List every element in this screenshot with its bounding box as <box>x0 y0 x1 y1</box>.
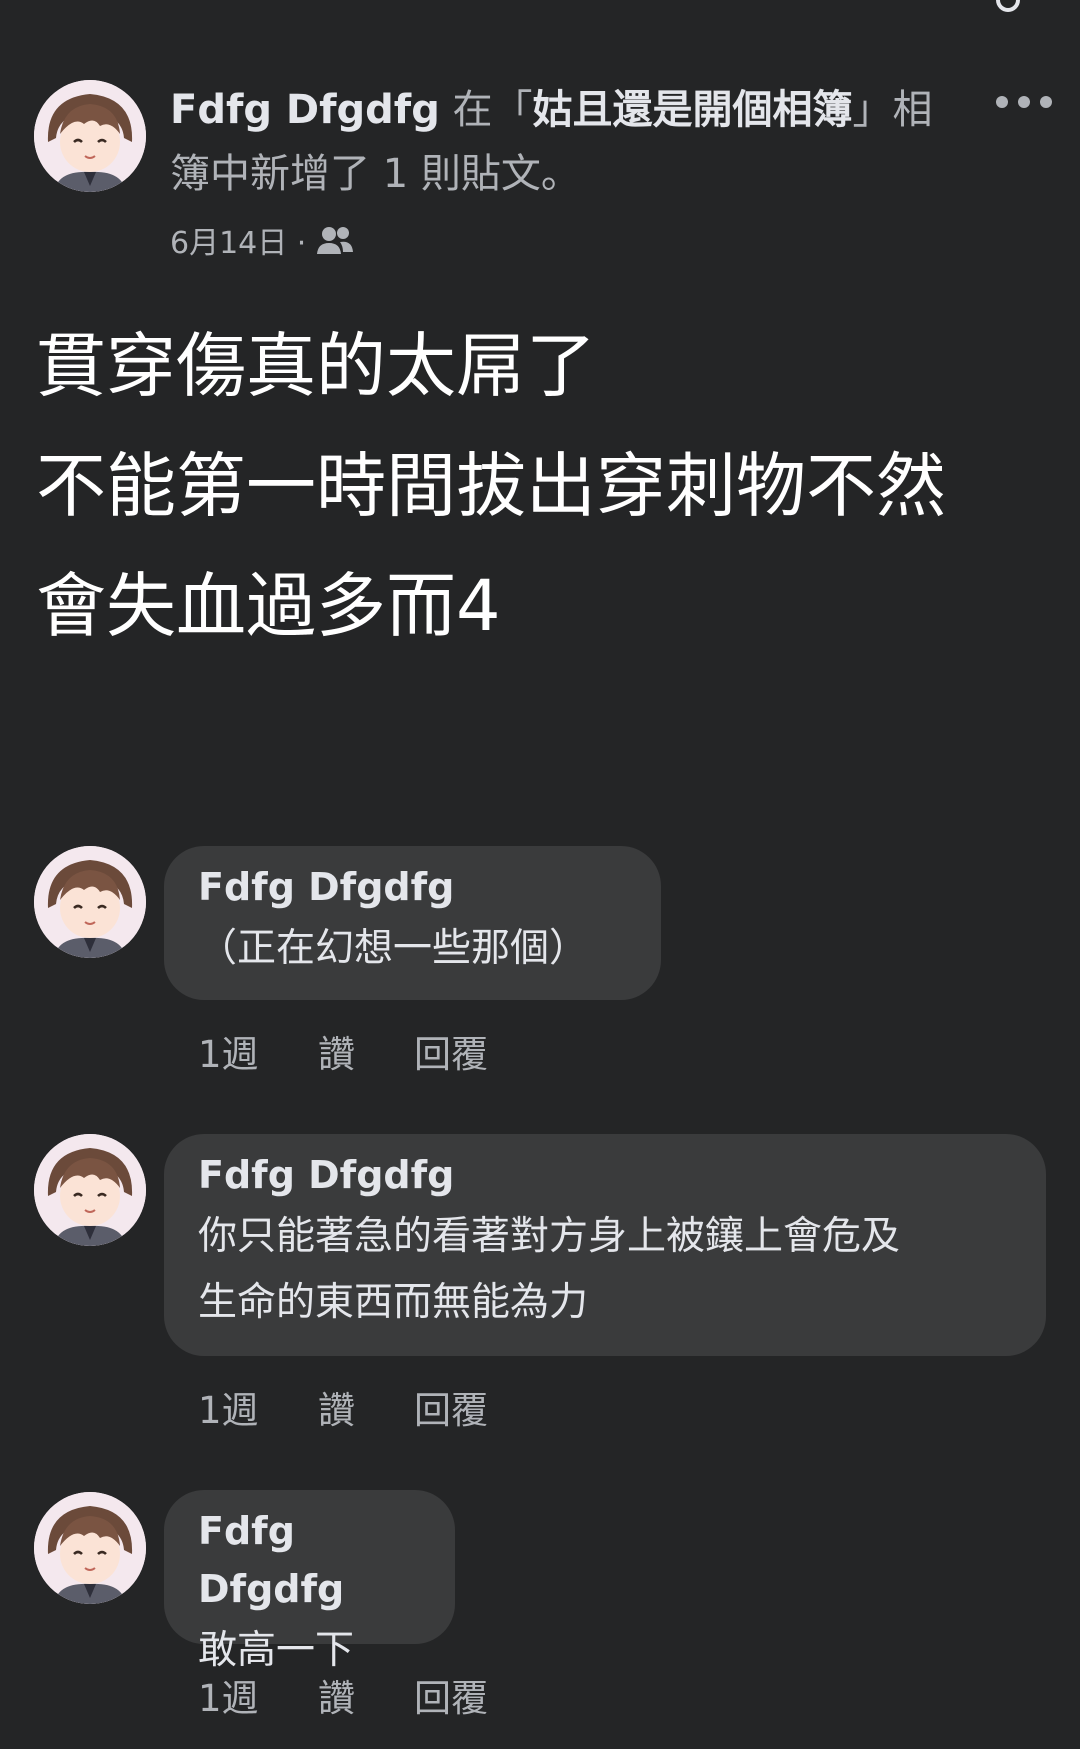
comment-text: 你只能著急的看著對方身上被鑲上會危及 生命的東西而無能為力 <box>198 1214 901 1325</box>
avatar[interactable] <box>34 80 146 192</box>
album-link[interactable]: 姑且還是開個相簿 <box>533 87 853 133</box>
post-author-link[interactable]: Fdfg Dfgdfg <box>170 87 440 133</box>
avatar-icon <box>34 1134 146 1246</box>
reply-button[interactable]: 回覆 <box>414 1380 488 1434</box>
post-page: Fdfg Dfgdfg 在「姑且還是開個相簿」相簿中新增了 1 則貼文。 6月1… <box>0 0 1080 1749</box>
post-meta: 6月14日 · <box>170 218 354 262</box>
more-dot-icon <box>1040 96 1052 108</box>
comment-bubble[interactable]: Fdfg Dfgdfg 敢高一下 <box>164 1490 455 1673</box>
more-dot-icon <box>996 96 1008 108</box>
comment-time[interactable]: 1週 <box>198 1024 318 1078</box>
friends-icon <box>317 227 354 254</box>
comment-author[interactable]: Fdfg Dfgdfg <box>198 858 627 916</box>
avatar-icon <box>34 846 146 958</box>
comment-author[interactable]: Fdfg Dfgdfg <box>198 1502 421 1618</box>
avatar-icon <box>34 80 146 192</box>
comment-time[interactable]: 1週 <box>198 1668 318 1722</box>
comment-actions: 1週 讚 回覆 <box>198 1026 488 1076</box>
post-body: 貫穿傷真的太屌了 不能第一時間拔出穿刺物不然 會失血過多而4 <box>36 325 946 647</box>
more-dot-icon <box>1018 96 1030 108</box>
reply-button[interactable]: 回覆 <box>414 1668 488 1722</box>
comment-actions: 1週 讚 回覆 <box>198 1670 488 1720</box>
comment-avatar[interactable] <box>34 1492 146 1604</box>
comment-avatar[interactable] <box>34 846 146 958</box>
more-options-button[interactable] <box>996 88 1052 116</box>
post-header: Fdfg Dfgdfg 在「姑且還是開個相簿」相簿中新增了 1 則貼文。 <box>170 78 950 206</box>
reply-button[interactable]: 回覆 <box>414 1024 488 1078</box>
comment-bubble[interactable]: Fdfg Dfgdfg 你只能著急的看著對方身上被鑲上會危及 生命的東西而無能為… <box>164 1134 1046 1356</box>
comment-author[interactable]: Fdfg Dfgdfg <box>198 1146 1012 1204</box>
comment-avatar[interactable] <box>34 1134 146 1246</box>
status-icon <box>996 0 1020 12</box>
like-button[interactable]: 讚 <box>318 1024 414 1078</box>
comment-actions: 1週 讚 回覆 <box>198 1382 488 1432</box>
like-button[interactable]: 讚 <box>318 1380 414 1434</box>
comment-time[interactable]: 1週 <box>198 1380 318 1434</box>
like-button[interactable]: 讚 <box>318 1668 414 1722</box>
avatar-icon <box>34 1492 146 1604</box>
comment-bubble[interactable]: Fdfg Dfgdfg （正在幻想一些那個） <box>164 846 661 1000</box>
post-header-in-text: 在「 <box>439 87 533 133</box>
comment-text: （正在幻想一些那個） <box>198 926 589 971</box>
post-date[interactable]: 6月14日 · <box>170 218 306 262</box>
